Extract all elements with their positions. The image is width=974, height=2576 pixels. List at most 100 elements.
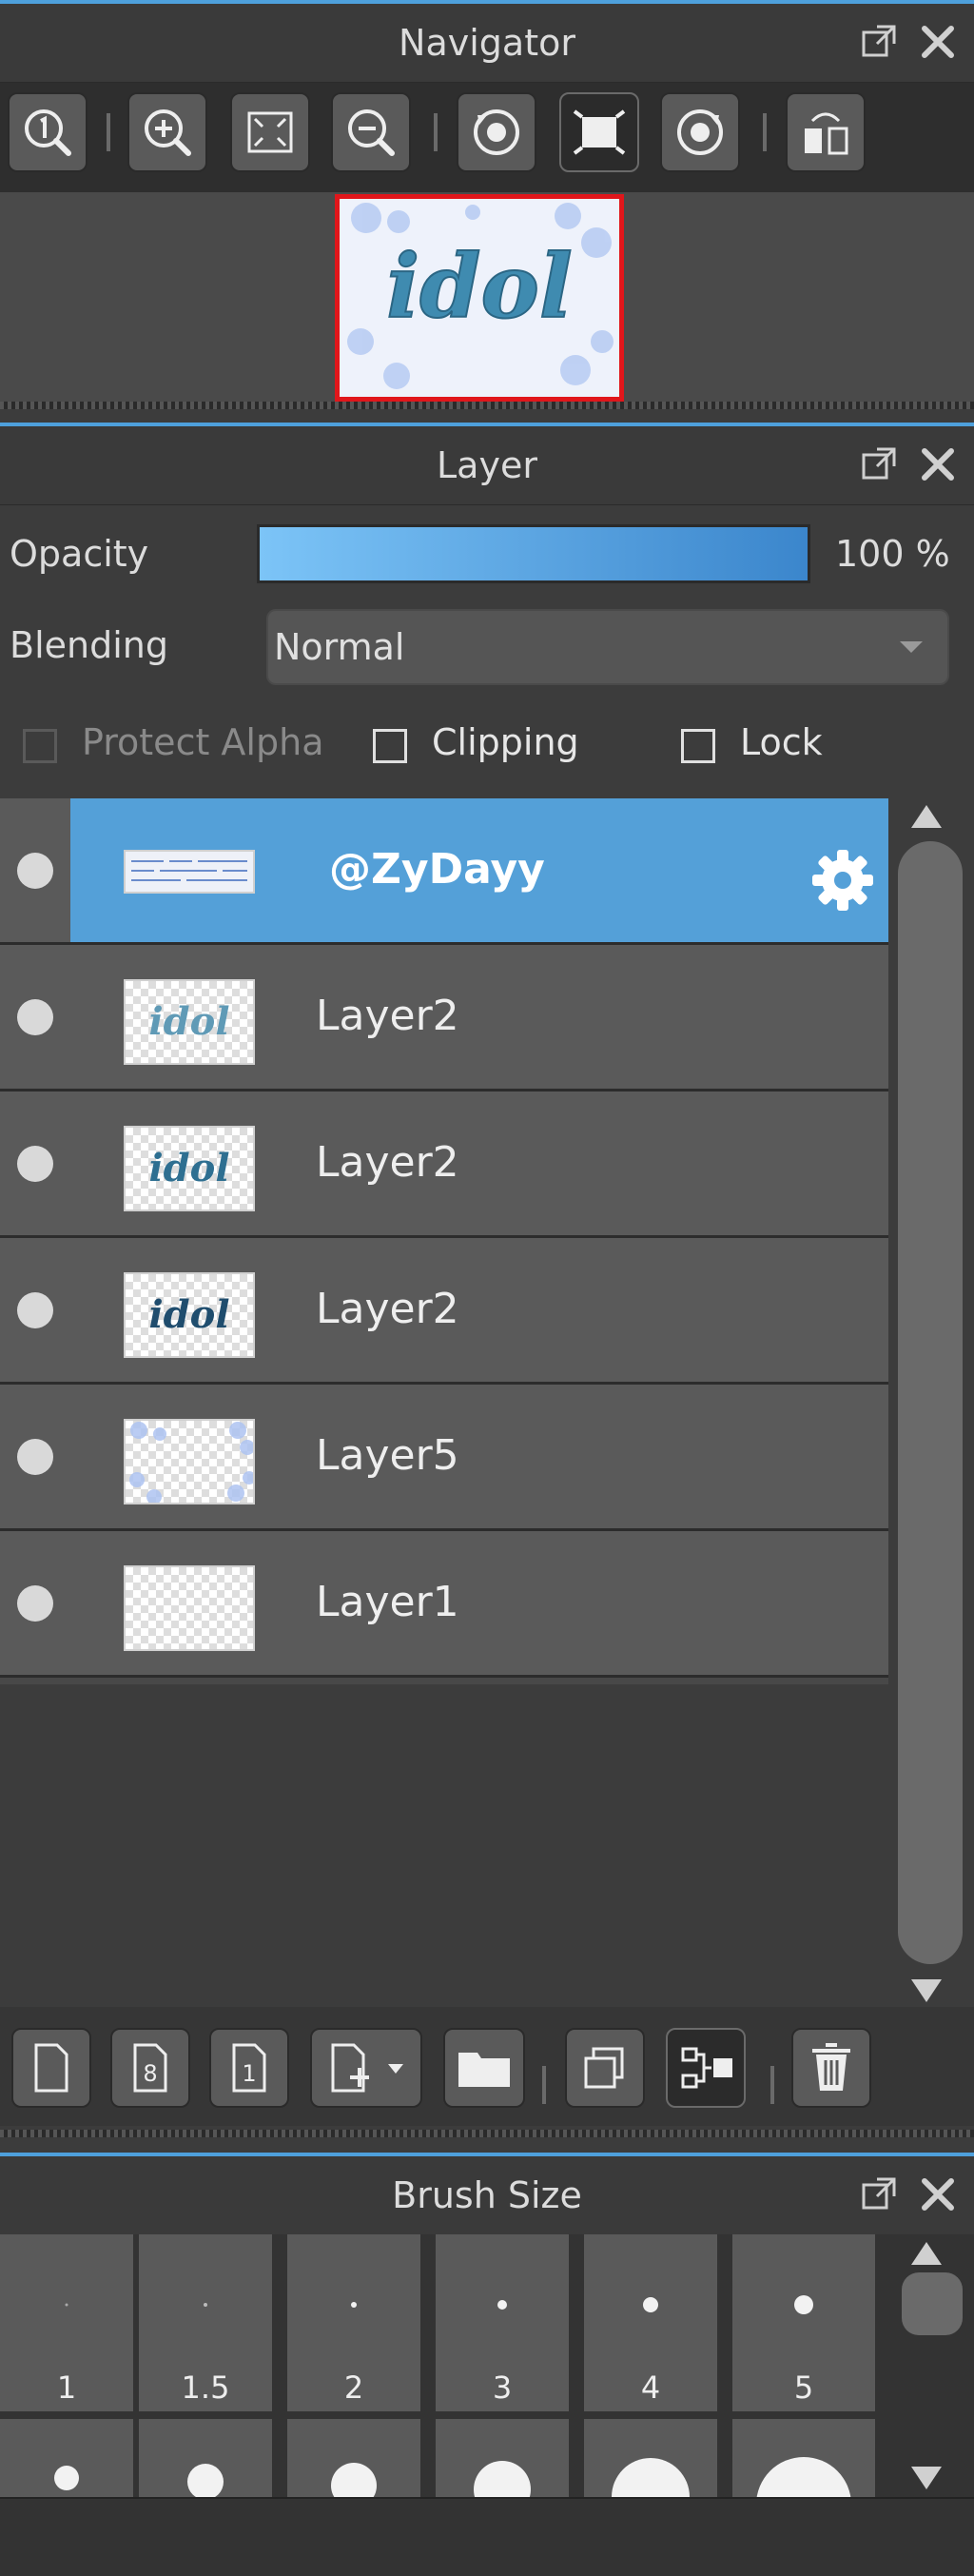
- navigator-toolbar: [0, 83, 974, 192]
- visibility-toggle[interactable]: [17, 1585, 53, 1622]
- rotate-left-icon: [474, 109, 519, 155]
- brush-size-cell[interactable]: 5: [732, 2234, 875, 2411]
- layer-row[interactable]: idol Layer2: [0, 945, 888, 1091]
- scroll-down-icon[interactable]: [911, 2467, 942, 2489]
- protect-alpha-label: Protect Alpha: [82, 721, 324, 763]
- new-layer-button[interactable]: [11, 2028, 91, 2108]
- scroll-down-icon[interactable]: [911, 1979, 942, 2002]
- toolbar-separator: [763, 113, 767, 151]
- brush-size-cell[interactable]: 1: [0, 2234, 133, 2411]
- brush-size-cell[interactable]: [287, 2419, 420, 2501]
- brush-size-cell[interactable]: [139, 2419, 272, 2501]
- brush-size-label: 3: [492, 2370, 513, 2406]
- brush-size-cell[interactable]: [584, 2419, 717, 2501]
- layer-row[interactable]: idol Layer2: [0, 1238, 888, 1385]
- brush-size-cell[interactable]: 4: [584, 2234, 717, 2411]
- merge-layer-icon: [681, 2047, 732, 2089]
- brush-preview: [794, 2295, 813, 2314]
- clipping-checkbox[interactable]: [373, 729, 407, 763]
- layer-row[interactable]: @ZyDayy: [0, 798, 888, 945]
- brush-size-cell[interactable]: 2: [287, 2234, 420, 2411]
- panel-splitter[interactable]: [0, 402, 974, 409]
- close-icon[interactable]: [919, 23, 957, 61]
- close-icon[interactable]: [919, 2175, 957, 2213]
- zoom-in-icon: [145, 109, 191, 156]
- merge-layer-button[interactable]: [666, 2028, 746, 2108]
- opacity-slider[interactable]: [257, 524, 810, 583]
- brush-size-label: 4: [640, 2370, 661, 2406]
- layer-row[interactable]: idol Layer2: [0, 1091, 888, 1238]
- brush-size-cell[interactable]: 1.5: [139, 2234, 272, 2411]
- lock-checkbox[interactable]: [681, 729, 715, 763]
- brush-size-cell[interactable]: [436, 2419, 569, 2501]
- rotate-right-button[interactable]: [660, 92, 740, 172]
- visibility-toggle[interactable]: [17, 853, 53, 889]
- new-folder-icon: [458, 2053, 510, 2087]
- layer-thumbnail: idol: [124, 1272, 255, 1358]
- new-1bit-layer-button[interactable]: 1: [209, 2028, 289, 2108]
- new-8bit-layer-icon: 8: [133, 2043, 167, 2093]
- svg-text:1: 1: [242, 2060, 256, 2087]
- layer-scrollbar-thumb[interactable]: [898, 841, 963, 1964]
- visibility-toggle[interactable]: [17, 999, 53, 1035]
- brush-preview: [497, 2300, 507, 2310]
- new-8bit-layer-button[interactable]: 8: [110, 2028, 190, 2108]
- layer-titlebar[interactable]: Layer: [0, 426, 974, 505]
- layer-list: @ZyDayy idol Layer2 idol Layer2 idol Lay…: [0, 798, 888, 1684]
- brush-preview: [643, 2297, 658, 2312]
- layer-row[interactable]: Layer5: [0, 1385, 888, 1531]
- canvas-preview-image: idol: [340, 199, 619, 397]
- zoom-out-icon: [348, 109, 395, 156]
- new-folder-button[interactable]: [443, 2028, 525, 2108]
- brush-preview: [54, 2466, 79, 2490]
- toolbar-separator: [542, 2066, 546, 2104]
- gear-icon[interactable]: [808, 846, 877, 914]
- layer-name: Layer5: [316, 1431, 459, 1480]
- flip-horizontal-button[interactable]: [786, 92, 866, 172]
- visibility-toggle[interactable]: [17, 1292, 53, 1328]
- brush-size-cell[interactable]: [732, 2419, 875, 2501]
- status-bar: [0, 2497, 974, 2576]
- close-icon[interactable]: [919, 445, 957, 483]
- brush-size-label: 1.5: [181, 2370, 230, 2406]
- brush-size-cell[interactable]: [0, 2419, 133, 2501]
- navigator-titlebar[interactable]: Navigator: [0, 4, 974, 83]
- zoom-in-button[interactable]: [127, 92, 207, 172]
- layer-name: Layer2: [316, 1138, 459, 1187]
- fit-screen-button[interactable]: [230, 92, 310, 172]
- new-1bit-layer-icon: 1: [232, 2043, 266, 2093]
- scroll-up-icon[interactable]: [911, 805, 942, 828]
- popout-icon[interactable]: [860, 23, 898, 61]
- rotate-left-button[interactable]: [457, 92, 536, 172]
- popout-icon[interactable]: [860, 2175, 898, 2213]
- layer-name: Layer1: [316, 1578, 459, 1626]
- zoom-out-button[interactable]: [331, 92, 411, 172]
- brush-scrollbar-thumb[interactable]: [902, 2272, 963, 2335]
- layer-row[interactable]: Layer1: [0, 1531, 888, 1678]
- layer-panel-title: Layer: [437, 444, 537, 486]
- protect-alpha-checkbox[interactable]: [23, 729, 57, 763]
- scroll-up-icon[interactable]: [911, 2242, 942, 2265]
- reset-view-icon: [573, 109, 626, 155]
- brush-preview: [351, 2302, 357, 2308]
- panel-splitter[interactable]: [0, 2130, 974, 2137]
- zoom-actual-icon: [25, 109, 71, 156]
- layer-thumbnail: idol: [124, 1126, 255, 1211]
- svg-text:8: 8: [143, 2060, 157, 2087]
- add-layer-menu-button[interactable]: [310, 2028, 422, 2108]
- delete-layer-button[interactable]: [791, 2028, 871, 2108]
- popout-icon[interactable]: [860, 445, 898, 483]
- reset-view-button[interactable]: [559, 92, 639, 172]
- brush-size-cell[interactable]: 3: [436, 2234, 569, 2411]
- brush-preview: [331, 2463, 377, 2501]
- flip-horizontal-icon: [805, 112, 848, 155]
- visibility-toggle[interactable]: [17, 1439, 53, 1475]
- navigator-thumbnail[interactable]: idol: [335, 194, 624, 402]
- blending-label: Blending: [10, 624, 168, 666]
- duplicate-layer-button[interactable]: [565, 2028, 645, 2108]
- delete-layer-icon: [812, 2043, 850, 2091]
- brush-size-titlebar[interactable]: Brush Size: [0, 2156, 974, 2235]
- visibility-toggle[interactable]: [17, 1146, 53, 1182]
- blending-select[interactable]: Normal: [266, 609, 949, 685]
- zoom-actual-button[interactable]: [8, 92, 88, 172]
